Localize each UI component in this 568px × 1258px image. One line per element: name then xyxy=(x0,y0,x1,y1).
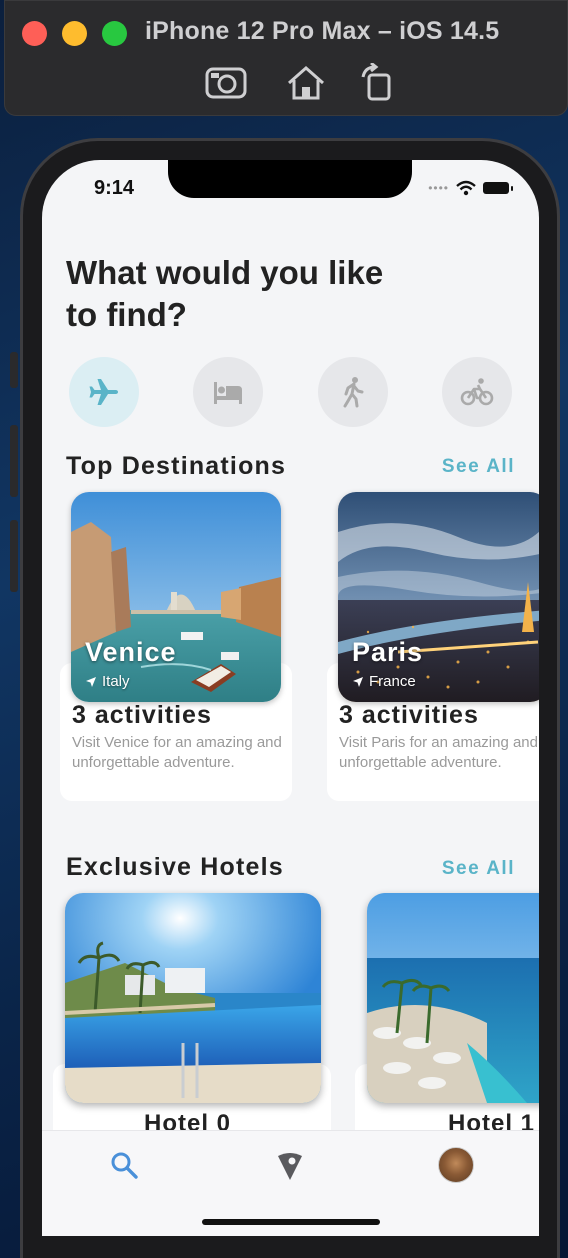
volume-down-button xyxy=(10,520,18,592)
zoom-window-button[interactable] xyxy=(102,21,127,46)
simulator-toolbar: iPhone 12 Pro Max – iOS 14.5 xyxy=(4,0,568,116)
map-pin-icon xyxy=(278,1153,302,1180)
close-window-button[interactable] xyxy=(22,21,47,46)
destination-description: Visit Paris for an amazing and unforgett… xyxy=(339,734,538,771)
bed-icon xyxy=(214,382,242,404)
top-destinations-title: Top Destinations xyxy=(66,452,287,480)
destination-country-row: Italy xyxy=(85,673,130,690)
airplane-icon xyxy=(89,379,118,405)
home-indicator xyxy=(202,1219,380,1225)
destination-image-venice[interactable]: Venice Italy xyxy=(71,492,281,702)
search-icon xyxy=(111,1152,138,1179)
destination-city: Venice xyxy=(85,637,177,667)
profile-avatar[interactable] xyxy=(438,1147,474,1183)
simulator-title: iPhone 12 Pro Max – iOS 14.5 xyxy=(145,17,500,45)
status-icons: •••• xyxy=(428,180,513,196)
paris-photo xyxy=(338,492,539,702)
bike-icon xyxy=(460,378,494,406)
home-icon[interactable] xyxy=(283,63,329,103)
category-biking-button[interactable] xyxy=(442,357,512,427)
category-walking-button[interactable] xyxy=(318,357,388,427)
destination-country: France xyxy=(369,673,416,690)
exclusive-hotels-see-all-link[interactable]: See All xyxy=(442,858,515,880)
status-time: 9:14 xyxy=(94,177,135,199)
notch xyxy=(168,160,412,198)
destination-image-paris[interactable]: Paris France xyxy=(338,492,539,702)
destination-city: Paris xyxy=(352,637,424,667)
page-title: What would you like to find? xyxy=(66,254,384,333)
tab-search[interactable] xyxy=(106,1147,142,1183)
volume-up-button xyxy=(10,425,18,497)
minimize-window-button[interactable] xyxy=(62,21,87,46)
destination-country-row: France xyxy=(352,673,416,690)
venice-photo xyxy=(71,492,281,702)
top-destinations-see-all-link[interactable]: See All xyxy=(442,456,515,478)
rotate-icon[interactable] xyxy=(355,61,401,103)
hotel-image[interactable] xyxy=(367,893,539,1103)
app-screen: 9:14 •••• What would you like to find? T… xyxy=(42,160,539,1236)
location-arrow-icon xyxy=(86,676,96,687)
signal-icon: •••• xyxy=(428,181,449,195)
destination-description: Visit Venice for an amazing and unforget… xyxy=(72,734,282,771)
hotel-image[interactable] xyxy=(65,893,321,1103)
category-flights-button[interactable] xyxy=(69,357,139,427)
exclusive-hotels-title: Exclusive Hotels xyxy=(66,853,284,881)
destination-activities: 3 activities xyxy=(72,701,212,729)
destination-activities: 3 activities xyxy=(339,701,479,729)
hotel-pool-photo xyxy=(65,893,321,1103)
category-hotels-button[interactable] xyxy=(193,357,263,427)
wifi-icon xyxy=(456,180,476,196)
battery-icon xyxy=(483,182,513,194)
mute-switch xyxy=(10,352,18,388)
walking-icon xyxy=(343,377,364,408)
tab-explore[interactable] xyxy=(272,1147,308,1183)
screenshot-icon[interactable] xyxy=(203,63,249,103)
hotel-beach-photo xyxy=(367,893,539,1103)
location-arrow-icon xyxy=(353,676,363,687)
destination-country: Italy xyxy=(102,673,130,690)
